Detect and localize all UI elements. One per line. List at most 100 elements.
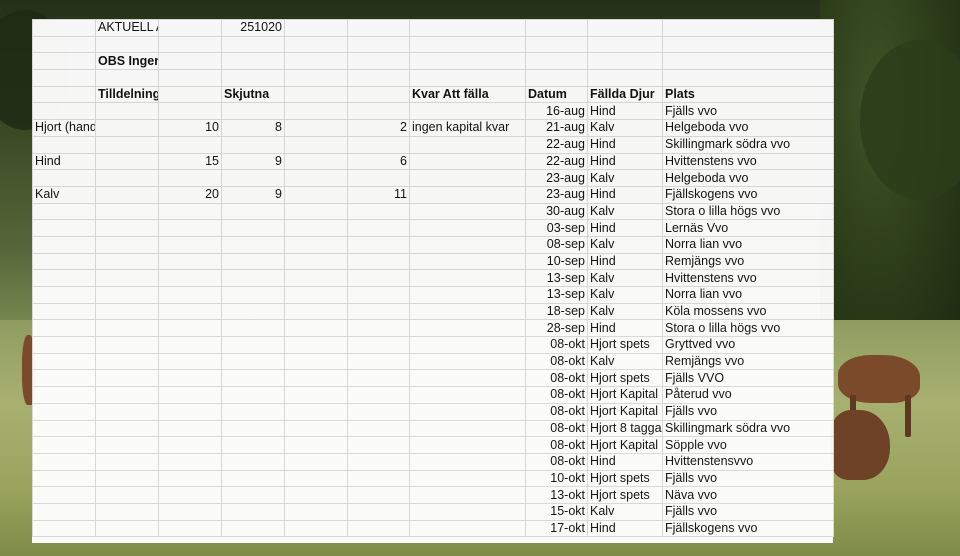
sheet-cell[interactable]: [587, 35, 663, 54]
sheet-cell[interactable]: Hvittenstens vvo: [662, 269, 834, 287]
sheet-cell[interactable]: [95, 502, 159, 521]
sheet-cell[interactable]: [409, 369, 526, 388]
sheet-cell[interactable]: [221, 469, 285, 488]
sheet-cell[interactable]: 251020: [221, 19, 285, 37]
sheet-cell[interactable]: [347, 85, 410, 104]
sheet-cell[interactable]: [221, 35, 285, 54]
sheet-cell[interactable]: [284, 19, 348, 37]
sheet-cell[interactable]: [221, 386, 285, 404]
sheet-cell[interactable]: 20: [158, 185, 222, 204]
sheet-cell[interactable]: [32, 352, 96, 371]
sheet-cell[interactable]: [347, 169, 410, 187]
sheet-cell[interactable]: [95, 302, 159, 321]
sheet-cell[interactable]: [32, 69, 96, 87]
sheet-cell[interactable]: [284, 336, 348, 354]
spreadsheet[interactable]: AKTUELL AVSKJUTNING EDA KRONSKÖTS 251020 O…: [32, 19, 834, 543]
sheet-cell[interactable]: [32, 269, 96, 287]
sheet-cell[interactable]: [95, 235, 159, 254]
sheet-cell[interactable]: Kvar Att fälla: [409, 85, 526, 104]
sheet-cell[interactable]: Fällda Djur: [587, 85, 663, 104]
sheet-cell[interactable]: [32, 502, 96, 521]
sheet-cell[interactable]: ingen kapital kvar: [409, 119, 526, 137]
sheet-cell[interactable]: [158, 286, 222, 304]
sheet-cell[interactable]: [284, 119, 348, 137]
sheet-cell[interactable]: Hjort spets: [587, 469, 663, 488]
sheet-cell[interactable]: Påterud vvo: [662, 386, 834, 404]
sheet-cell[interactable]: [32, 35, 96, 54]
sheet-cell[interactable]: Söpple vvo: [662, 436, 834, 454]
sheet-cell[interactable]: Stora o lilla högs vvo: [662, 202, 834, 221]
sheet-cell[interactable]: Skjutna: [221, 85, 285, 104]
sheet-cell[interactable]: [284, 169, 348, 187]
sheet-cell[interactable]: 9: [221, 152, 285, 171]
sheet-cell[interactable]: [347, 502, 410, 521]
sheet-cell[interactable]: [158, 169, 222, 187]
sheet-cell[interactable]: [662, 52, 834, 71]
sheet-cell[interactable]: [347, 135, 410, 154]
sheet-cell[interactable]: Kalv: [587, 502, 663, 521]
sheet-cell[interactable]: 6: [347, 152, 410, 171]
sheet-cell[interactable]: [32, 19, 96, 37]
sheet-cell[interactable]: 9: [221, 185, 285, 204]
sheet-cell[interactable]: 13-okt: [525, 486, 588, 504]
sheet-cell[interactable]: [32, 386, 96, 404]
sheet-cell[interactable]: [347, 452, 410, 471]
sheet-cell[interactable]: [525, 35, 588, 54]
sheet-cell[interactable]: Hjort Kapital: [587, 386, 663, 404]
sheet-cell[interactable]: 15: [158, 152, 222, 171]
sheet-cell[interactable]: [409, 502, 526, 521]
sheet-cell[interactable]: Kalv: [587, 202, 663, 221]
sheet-cell[interactable]: Fjällskogens vvo: [662, 185, 834, 204]
sheet-cell[interactable]: [284, 386, 348, 404]
sheet-cell[interactable]: [95, 386, 159, 404]
sheet-cell[interactable]: [95, 486, 159, 504]
sheet-cell[interactable]: Hjort 8 taggare: [587, 419, 663, 438]
sheet-cell[interactable]: [32, 135, 96, 154]
sheet-cell[interactable]: Hind: [587, 519, 663, 538]
sheet-cell[interactable]: [347, 286, 410, 304]
sheet-cell[interactable]: [284, 502, 348, 521]
sheet-cell[interactable]: [158, 269, 222, 287]
sheet-cell[interactable]: 08-okt: [525, 402, 588, 421]
sheet-cell[interactable]: Kalv: [587, 169, 663, 187]
sheet-cell[interactable]: [409, 336, 526, 354]
sheet-cell[interactable]: Kalv: [587, 119, 663, 137]
sheet-cell[interactable]: [662, 69, 834, 87]
sheet-cell[interactable]: [284, 69, 348, 87]
sheet-cell[interactable]: [409, 135, 526, 154]
sheet-cell[interactable]: [347, 302, 410, 321]
sheet-cell[interactable]: [158, 336, 222, 354]
sheet-cell[interactable]: [347, 252, 410, 271]
sheet-cell[interactable]: Helgeboda vvo: [662, 169, 834, 187]
sheet-cell[interactable]: Näva vvo: [662, 486, 834, 504]
sheet-cell[interactable]: [409, 35, 526, 54]
sheet-cell[interactable]: [347, 386, 410, 404]
sheet-cell[interactable]: [284, 219, 348, 237]
sheet-cell[interactable]: [284, 102, 348, 121]
sheet-cell[interactable]: [284, 419, 348, 438]
sheet-cell[interactable]: [221, 402, 285, 421]
sheet-cell[interactable]: [95, 69, 159, 87]
sheet-cell[interactable]: [32, 369, 96, 388]
sheet-cell[interactable]: 08-okt: [525, 369, 588, 388]
sheet-cell[interactable]: [95, 336, 159, 354]
sheet-cell[interactable]: [95, 352, 159, 371]
sheet-cell[interactable]: Hind: [587, 135, 663, 154]
sheet-cell[interactable]: 23-aug: [525, 169, 588, 187]
sheet-cell[interactable]: [409, 402, 526, 421]
sheet-cell[interactable]: Fjälls vvo: [662, 102, 834, 121]
sheet-cell[interactable]: [32, 252, 96, 271]
sheet-cell[interactable]: [284, 286, 348, 304]
sheet-cell[interactable]: 08-okt: [525, 452, 588, 471]
sheet-cell[interactable]: [221, 286, 285, 304]
sheet-cell[interactable]: 08-okt: [525, 336, 588, 354]
sheet-cell[interactable]: [409, 185, 526, 204]
sheet-cell[interactable]: [284, 235, 348, 254]
sheet-cell[interactable]: [347, 19, 410, 37]
sheet-cell[interactable]: Hjort (handjur): [32, 119, 96, 137]
sheet-cell[interactable]: [587, 69, 663, 87]
sheet-cell[interactable]: Hind: [32, 152, 96, 171]
sheet-cell[interactable]: [32, 169, 96, 187]
sheet-cell[interactable]: [158, 502, 222, 521]
sheet-cell[interactable]: [95, 152, 159, 171]
